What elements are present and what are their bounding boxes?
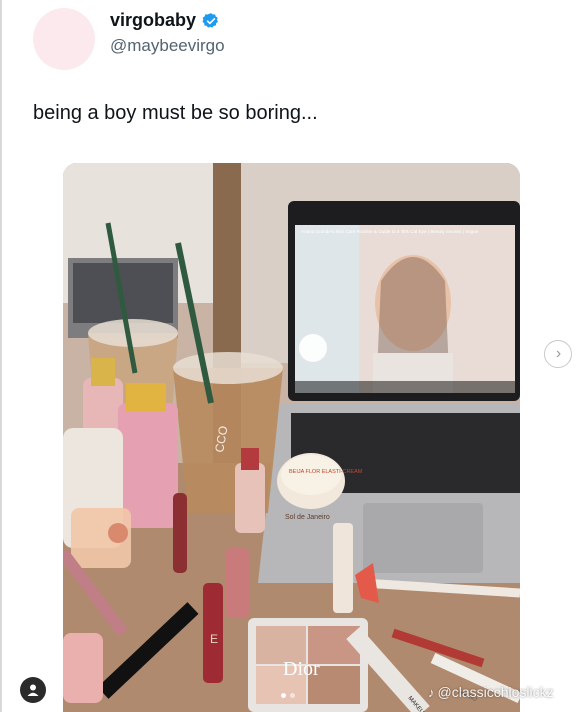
lip-oil xyxy=(235,463,265,533)
palette-brand: Dior xyxy=(283,658,320,680)
concealer xyxy=(333,523,353,613)
gloss-bottle xyxy=(63,633,103,703)
person-icon xyxy=(27,684,39,696)
carousel-dot-2[interactable] xyxy=(290,693,295,698)
next-image-button[interactable]: › xyxy=(544,340,572,368)
trackpad xyxy=(363,503,483,573)
watermark: ♪ @classicchloslickz xyxy=(428,684,554,700)
carousel-dots[interactable] xyxy=(281,693,295,698)
watermark-text: @classicchloslickz xyxy=(437,684,554,700)
post-screenshot: virgobaby @maybeevirgo being a boy must … xyxy=(0,0,586,712)
post-image[interactable]: Ariana Grande's Skin Care Routine & Guid… xyxy=(63,163,520,712)
cream-label: BEIJA FLOR ELASTI-CREAM xyxy=(289,469,363,475)
bottle-emblem xyxy=(108,523,128,543)
carousel-dot-1[interactable] xyxy=(281,693,286,698)
video-title: Ariana Grande's Skin Care Routine & Guid… xyxy=(301,229,479,234)
avatar[interactable] xyxy=(33,8,95,70)
name-row: virgobaby xyxy=(110,10,220,31)
flowers xyxy=(299,334,327,362)
verified-badge-icon xyxy=(202,12,218,28)
display-name[interactable]: virgobaby xyxy=(110,10,196,31)
cream-brand: Sol de Janeiro xyxy=(285,514,330,521)
post-text: being a boy must be so boring... xyxy=(33,102,318,124)
lip-gloss-1 xyxy=(173,493,187,573)
gloss-mark: E xyxy=(210,632,218,646)
profile-button[interactable] xyxy=(20,677,46,703)
user-handle[interactable]: @maybeevirgo xyxy=(110,36,225,56)
nail-polish xyxy=(225,548,249,618)
vanity-photo: Ariana Grande's Skin Care Routine & Guid… xyxy=(63,163,520,712)
chevron-right-icon: › xyxy=(555,345,562,362)
frame-border xyxy=(0,0,2,712)
tiktok-icon: ♪ xyxy=(428,684,435,700)
